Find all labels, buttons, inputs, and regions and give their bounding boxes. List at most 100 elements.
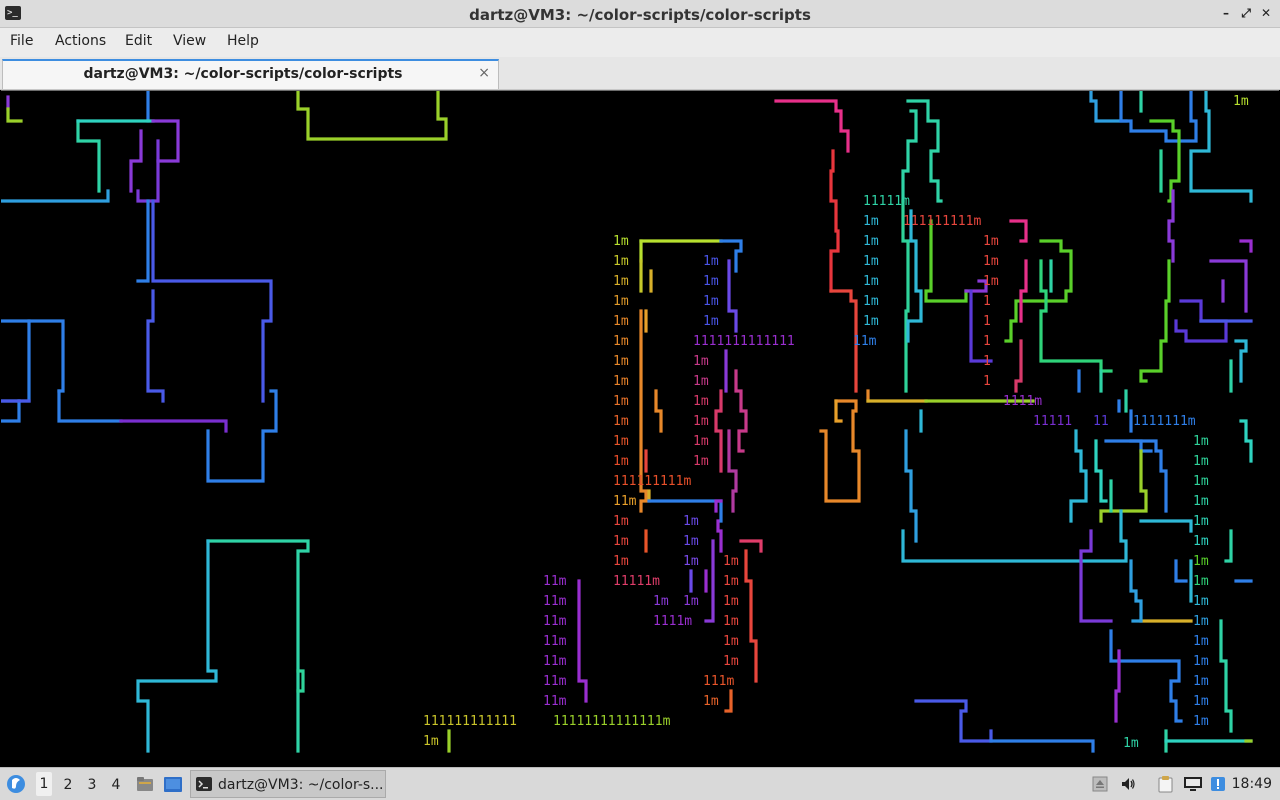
terminal-text-run: 1m <box>613 434 629 449</box>
terminal-text-run: 11m <box>543 674 567 689</box>
menu-edit[interactable]: Edit <box>125 33 152 49</box>
terminal-text-run: 1111m <box>653 614 692 629</box>
workspace-1[interactable]: 1 <box>36 772 52 796</box>
terminal-text-run: 1 <box>983 374 991 389</box>
menu-actions[interactable]: Actions <box>55 33 106 49</box>
terminal-text-run: 1111111m <box>1133 414 1196 429</box>
terminal-text-run: 1m <box>983 254 999 269</box>
tab-close-icon[interactable]: × <box>478 65 490 81</box>
pipe-segment <box>1 319 65 393</box>
terminal-text-run: 1m <box>1193 514 1209 529</box>
terminal-text-run: 1m <box>693 414 709 429</box>
terminal-text-run: 1m <box>1193 714 1209 729</box>
pipe-segment <box>774 99 850 153</box>
taskbar-task-terminal[interactable]: dartz@VM3: ~/color-s... <box>190 770 386 798</box>
terminal-text-run: 1 <box>983 354 991 369</box>
menu-file[interactable]: File <box>10 33 33 49</box>
terminal-text-run: 1m <box>723 594 739 609</box>
network-icon[interactable] <box>1183 775 1203 793</box>
terminal-text-run: 1m <box>863 294 879 309</box>
terminal-text-run: 1m <box>613 454 629 469</box>
pipe-segment <box>57 389 123 423</box>
terminal-text-run: 1m <box>1193 694 1209 709</box>
menu-bar: File Actions Edit View Help <box>0 28 1280 57</box>
volume-icon[interactable] <box>1120 776 1136 792</box>
pipe-segment <box>1019 259 1028 323</box>
start-menu-icon[interactable] <box>6 774 26 794</box>
terminal-output[interactable]: 1m 11111m 1m 111111111m 1m 1m 1m 1m 1m 11m 1m 1m 1m 1… <box>1 90 1279 766</box>
pipe-segment <box>1 399 21 423</box>
pipe-segment <box>901 199 910 393</box>
menu-view[interactable]: View <box>173 33 206 49</box>
terminal-text-run: 1m <box>683 594 699 609</box>
pipe-segment <box>136 539 218 753</box>
terminal-text-run: 1m <box>863 214 879 229</box>
terminal-text-run: 1m <box>723 614 739 629</box>
terminal-text-run: 11m <box>543 574 567 589</box>
terminal-text-run: 111111111m <box>903 214 981 229</box>
menu-help[interactable]: Help <box>227 33 259 49</box>
workspace-4[interactable]: 4 <box>108 777 124 793</box>
pipe-segment <box>1139 259 1171 383</box>
terminal-text-run: 1 <box>983 334 991 349</box>
pipe-segment <box>1129 559 1143 623</box>
terminal-text-run: 1 <box>983 314 991 329</box>
terminal-text-run: 1m <box>613 354 629 369</box>
pipe-segment <box>924 219 968 303</box>
pipe-segment <box>719 239 743 273</box>
pipe-segment <box>914 699 993 743</box>
terminal-icon <box>196 777 212 791</box>
terminal-text-run: 1m <box>723 634 739 649</box>
terminal-text-run: 1m <box>703 314 719 329</box>
pipe-segment <box>76 119 101 193</box>
clipboard-icon[interactable] <box>1157 775 1175 793</box>
pipe-segment <box>206 539 310 753</box>
pipe-segment <box>1209 259 1248 313</box>
file-manager-icon[interactable] <box>136 775 154 793</box>
terminal-text-run: 1m <box>613 334 629 349</box>
terminal-text-run: 11111111111111m <box>553 714 671 729</box>
pipe-segment <box>119 419 228 433</box>
pipe-segment <box>1219 619 1233 733</box>
workspace-3[interactable]: 3 <box>84 777 100 793</box>
workspace-2[interactable]: 2 <box>60 777 76 793</box>
pipe-segment <box>906 99 943 203</box>
terminal-text-run: 111111111m <box>613 474 691 489</box>
window-titlebar[interactable]: >_ dartz@VM3: ~/color-scripts/color-scri… <box>0 0 1280 28</box>
terminal-text-run: 1m <box>703 274 719 289</box>
pipe-segment <box>734 369 748 453</box>
eject-icon[interactable] <box>1092 776 1108 792</box>
pipe-segment <box>739 539 763 553</box>
terminal-text-run: 1m <box>983 274 999 289</box>
pipe-segment <box>744 549 758 683</box>
pipe-segment <box>989 739 1095 753</box>
update-notifier-icon[interactable] <box>1210 776 1226 792</box>
pipe-segment <box>1079 529 1113 623</box>
pipe-segment <box>714 389 723 473</box>
tab-label: dartz@VM3: ~/color-scripts/color-scripts <box>83 66 403 82</box>
terminal-text-run: 11111m <box>863 194 910 209</box>
terminal-text-run: 1m <box>703 694 719 709</box>
terminal-text-run: 1m <box>1193 654 1209 669</box>
pipe-segment <box>1119 91 1198 143</box>
terminal-text-run: 11m <box>543 694 567 709</box>
pipe-segment <box>904 429 918 543</box>
pipe-segment <box>1224 529 1233 563</box>
close-button[interactable]: ✕ <box>1258 5 1274 21</box>
pipe-segment <box>1004 239 1073 343</box>
terminal-text-run: 1m <box>1233 94 1249 109</box>
terminal-tab[interactable]: dartz@VM3: ~/color-scripts/color-scripts… <box>2 59 499 89</box>
terminal-text-run: 1m <box>423 734 439 749</box>
terminal-text-run: 1m <box>983 234 999 249</box>
pipe-segment <box>1099 449 1148 523</box>
terminal-text-run: 1111m <box>1003 394 1042 409</box>
terminal-text-run: 1m <box>863 234 879 249</box>
window-title: dartz@VM3: ~/color-scripts/color-scripts <box>469 6 811 24</box>
minimize-button[interactable]: – <box>1218 5 1234 21</box>
maximize-button[interactable]: ⤢ <box>1238 5 1254 21</box>
terminal-text-run: 11m <box>543 634 567 649</box>
terminal-text-run: 1m <box>1123 736 1139 751</box>
terminal-text-run: 1m <box>613 534 629 549</box>
show-desktop-icon[interactable] <box>163 776 183 793</box>
terminal-text-run: 1m <box>613 554 629 569</box>
